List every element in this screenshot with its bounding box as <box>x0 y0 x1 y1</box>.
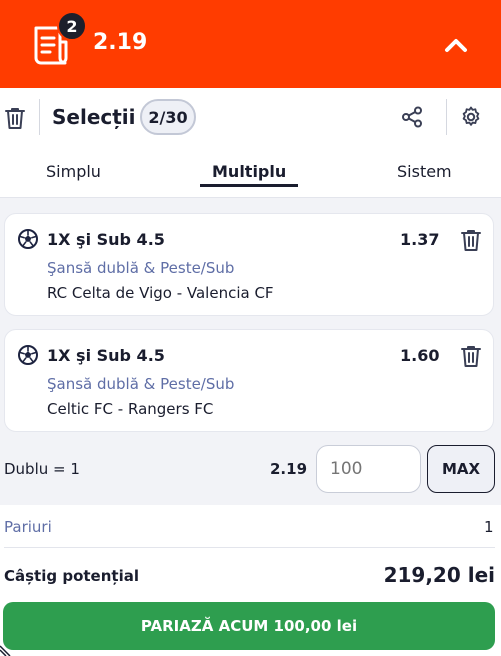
selections-count-badge: 2 <box>57 11 87 41</box>
combination-odds: 2.19 <box>270 460 308 478</box>
selection-odd: 1.37 <box>400 230 440 249</box>
total-odds: 2.19 <box>93 30 148 55</box>
active-tab-indicator <box>200 184 298 187</box>
divider <box>446 99 447 135</box>
chevron-up-icon[interactable] <box>438 28 474 64</box>
market-type: Şansă dublă & Peste/Sub <box>47 375 235 393</box>
market-type: Şansă dublă & Peste/Sub <box>47 259 235 277</box>
potential-win-label: Câștig potențial <box>4 567 139 585</box>
event-name[interactable]: Celtic FC - Rangers FC <box>47 400 213 418</box>
divider <box>39 99 40 135</box>
share-icon[interactable] <box>401 106 423 128</box>
combination-label: Dublu = 1 <box>4 460 80 478</box>
divider <box>4 547 495 548</box>
tab-sistem[interactable]: Sistem <box>397 162 452 181</box>
selection-odd: 1.60 <box>400 346 440 365</box>
corner-decoration <box>0 645 11 656</box>
gear-icon[interactable] <box>459 105 483 129</box>
bets-value: 1 <box>484 518 494 536</box>
event-name[interactable]: RC Celta de Vigo - Valencia CF <box>47 284 274 302</box>
market-name: 1X şi Sub 4.5 <box>47 346 165 365</box>
place-bet-button[interactable]: PARIAZĂ ACUM 100,00 lei <box>3 602 495 650</box>
trash-icon[interactable] <box>4 106 26 130</box>
football-icon <box>18 345 38 365</box>
potential-win-value: 219,20 lei <box>383 563 495 587</box>
trash-icon[interactable] <box>460 228 482 252</box>
betslip-header[interactable]: 2 2.19 <box>0 0 501 88</box>
selection-count-pill: 2/30 <box>140 99 196 135</box>
selection-card: 1X şi Sub 4.5 1.60 Şansă dublă & Peste/S… <box>4 329 494 432</box>
bets-label: Pariuri <box>4 518 52 536</box>
football-icon <box>18 229 38 249</box>
market-name: 1X şi Sub 4.5 <box>47 230 165 249</box>
max-stake-button[interactable]: MAX <box>427 445 495 493</box>
tab-simplu[interactable]: Simplu <box>46 162 101 181</box>
bet-type-tabs: Simplu Multiplu Sistem <box>0 148 501 198</box>
page-title: Selecții <box>52 105 136 129</box>
trash-icon[interactable] <box>460 344 482 368</box>
stake-input[interactable] <box>316 445 421 493</box>
tab-multiplu[interactable]: Multiplu <box>212 162 286 181</box>
selection-card: 1X şi Sub 4.5 1.37 Şansă dublă & Peste/S… <box>4 213 494 316</box>
